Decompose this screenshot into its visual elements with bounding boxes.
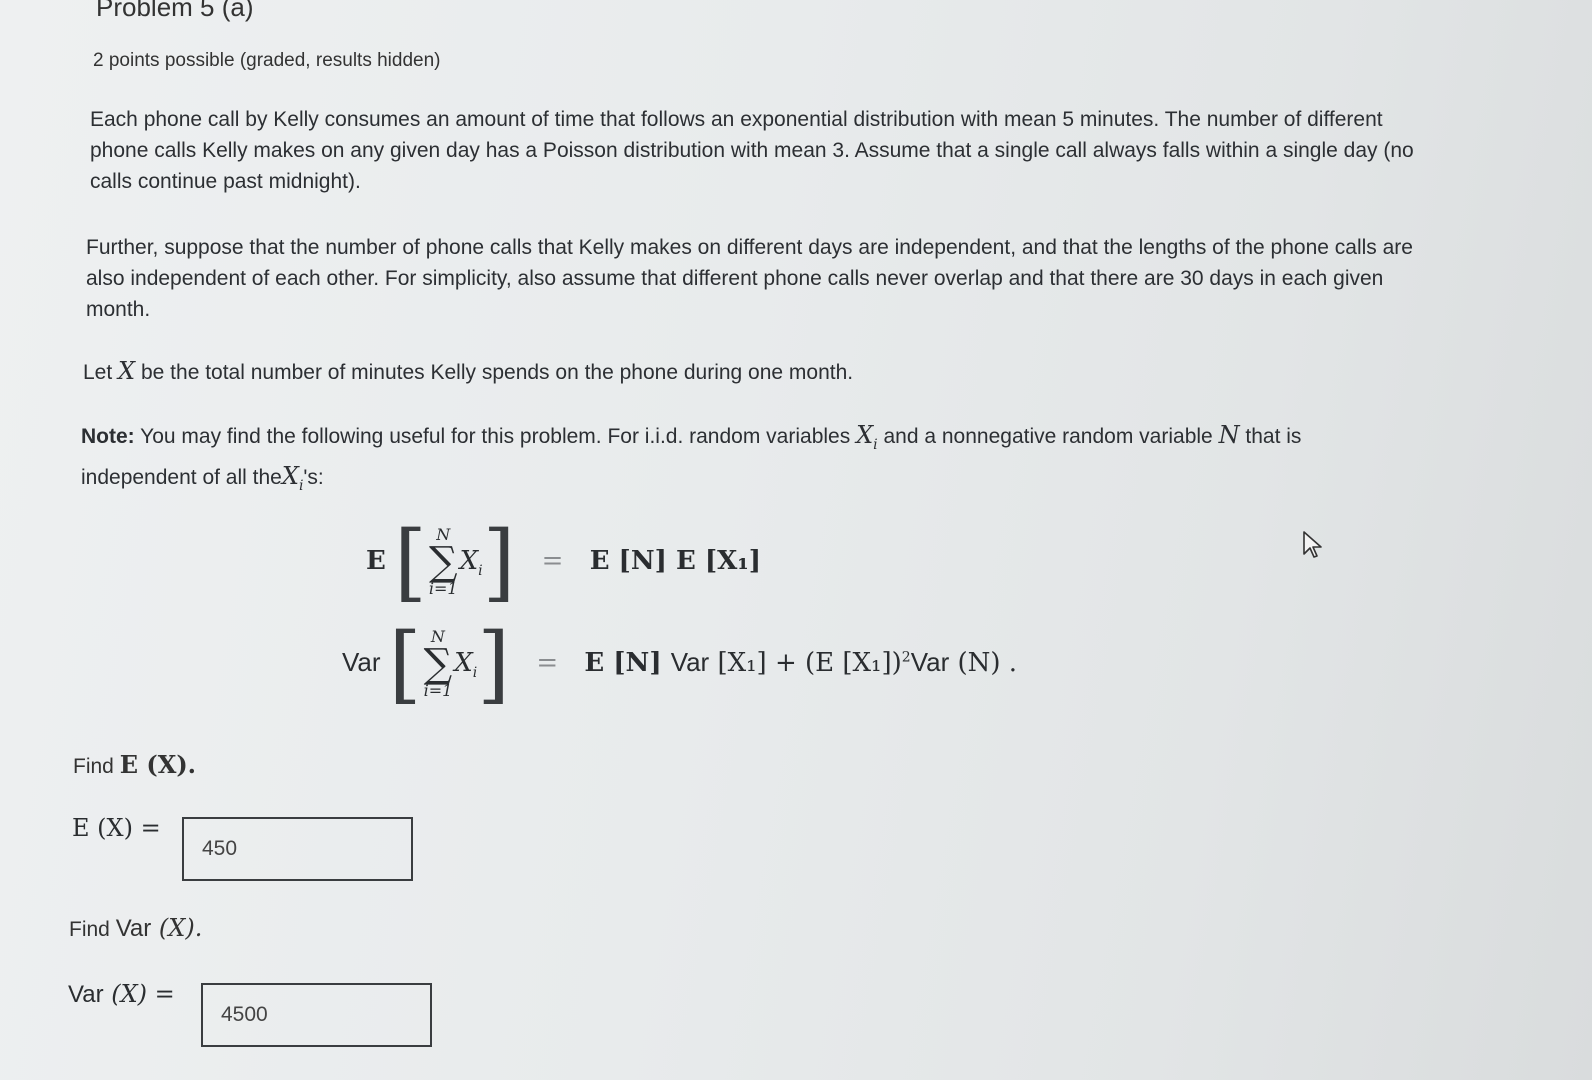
mouse-pointer-icon bbox=[1302, 530, 1324, 565]
p3-text-after: be the total number of minutes Kelly spe… bbox=[140, 361, 854, 384]
note-paragraph: Note: You may find the following useful … bbox=[81, 420, 1421, 502]
find-expectation-prompt: Find E (X). bbox=[73, 750, 197, 779]
variance-formula: Var [ N ∑ i=1 Xi] = E [N] Var [X₁] + (E … bbox=[342, 622, 1017, 706]
problem-page: Problem 5 (a) 2 points possible (graded,… bbox=[0, 0, 1592, 1080]
left-bracket: [ bbox=[388, 615, 422, 713]
paragraph-1: Each phone call by Kelly consumes an amo… bbox=[90, 108, 1414, 193]
var-n: N bbox=[1218, 421, 1240, 449]
variance-answer-input[interactable]: 4500 bbox=[201, 983, 432, 1047]
equals-sign: = bbox=[536, 648, 559, 678]
sigma-icon: ∑ bbox=[423, 641, 453, 687]
var-xi-2: Xi bbox=[281, 461, 304, 494]
expectation-formula: E [ N ∑ i=1 Xi] = E [N] E [X₁] bbox=[366, 520, 761, 604]
paragraph-3: Let X be the total number of minutes Kel… bbox=[83, 356, 1423, 388]
note-label: Note: bbox=[81, 425, 135, 448]
expectation-rhs: E [N] E [X₁] bbox=[589, 546, 762, 576]
variance-rhs-c: (N) . bbox=[949, 648, 1018, 678]
variance-answer-label: Var (X) = bbox=[68, 980, 175, 1008]
right-bracket: ] bbox=[482, 513, 516, 611]
variance-rhs-var2: Var bbox=[910, 647, 950, 677]
variance-rhs-sup: 2 bbox=[901, 649, 911, 666]
variance-rhs-b: [X₁] + (E [X₁]) bbox=[709, 648, 902, 678]
var-symbol: Var bbox=[342, 647, 381, 677]
right-bracket: ] bbox=[477, 615, 511, 713]
var-x: X bbox=[118, 357, 136, 385]
summation: N ∑ i=1 bbox=[424, 629, 453, 699]
sum-lower: i=1 bbox=[428, 579, 458, 598]
sum-term: Xi bbox=[454, 648, 478, 682]
summation: N ∑ i=1 bbox=[429, 527, 458, 597]
problem-title: Problem 5 (a) bbox=[96, 0, 254, 22]
variance-var: Var bbox=[115, 915, 152, 942]
sum-lower: i=1 bbox=[423, 681, 453, 700]
variance-expr: (X). bbox=[151, 914, 203, 942]
sigma-icon: ∑ bbox=[428, 539, 458, 585]
sum-term: Xi bbox=[459, 546, 483, 580]
note-text-2: and a nonnegative random variable bbox=[883, 425, 1213, 448]
var-xi: Xi bbox=[856, 421, 878, 453]
expectation-symbol: E bbox=[366, 546, 386, 576]
p3-text-before: Let bbox=[83, 361, 113, 384]
variance-rhs-a: E [N] bbox=[584, 648, 671, 678]
note-text-1: You may find the following useful for th… bbox=[140, 425, 851, 448]
left-bracket: [ bbox=[394, 513, 427, 611]
note-text-4: 's: bbox=[303, 465, 324, 489]
paragraph-2: Further, suppose that the number of phon… bbox=[86, 236, 1413, 321]
variance-rhs-var: Var bbox=[670, 647, 710, 677]
expectation-answer-input[interactable]: 450 bbox=[182, 817, 413, 881]
expectation-answer-label: E (X) = bbox=[72, 814, 161, 842]
expectation-expr: E (X). bbox=[119, 750, 197, 779]
find-variance-prompt: Find Var (X). bbox=[69, 914, 203, 942]
equals-sign: = bbox=[541, 546, 564, 576]
points-possible: 2 points possible (graded, results hidde… bbox=[93, 50, 441, 71]
